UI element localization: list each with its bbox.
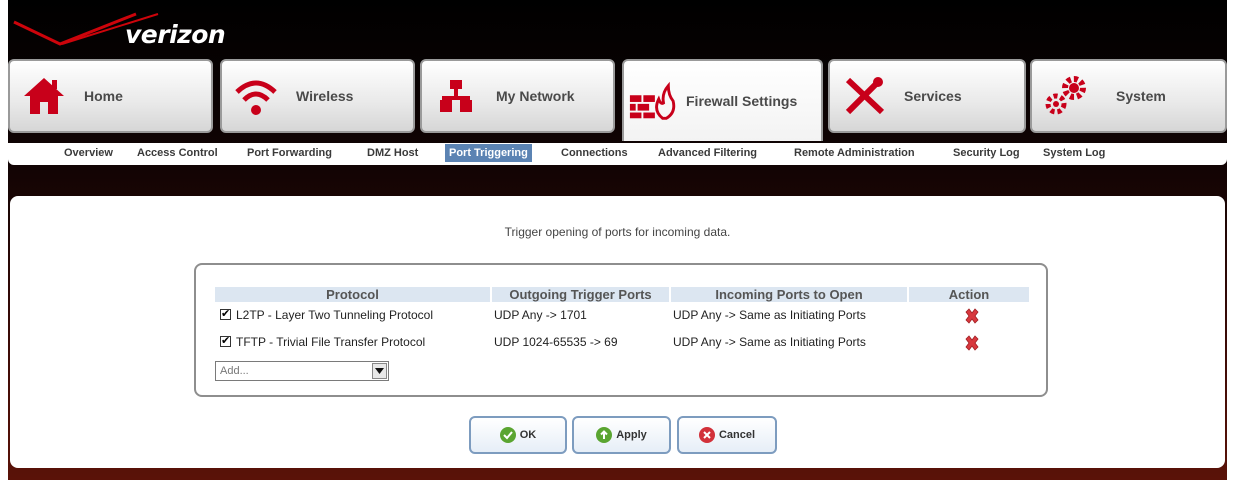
cancel-label: Cancel bbox=[718, 429, 756, 441]
incoming-cell: UDP Any -> Same as Initiating Ports bbox=[673, 308, 866, 322]
network-icon bbox=[432, 72, 480, 120]
tab-system[interactable]: System bbox=[1030, 59, 1227, 133]
protocol-name: TFTP - Trivial File Transfer Protocol bbox=[236, 335, 426, 349]
subnav-security-log[interactable]: Security Log bbox=[949, 146, 1024, 160]
cancel-x-icon bbox=[698, 427, 715, 443]
tab-wireless[interactable]: Wireless bbox=[220, 59, 415, 133]
subnav-dmz-host[interactable]: DMZ Host bbox=[363, 146, 422, 160]
add-protocol-select[interactable]: Add... bbox=[215, 361, 389, 381]
page-frame: verizon Home Wireless My Network Firewal… bbox=[8, 0, 1227, 480]
ok-label: OK bbox=[519, 429, 537, 441]
tab-my-network[interactable]: My Network bbox=[420, 59, 615, 133]
row-checkbox[interactable] bbox=[220, 334, 231, 347]
protocol-cell: L2TP - Layer Two Tunneling Protocol bbox=[220, 307, 434, 322]
outgoing-cell: UDP Any -> 1701 bbox=[494, 308, 587, 322]
sub-navigation: Overview Access Control Port Forwarding … bbox=[8, 143, 1227, 165]
firewall-icon bbox=[628, 77, 676, 125]
port-triggering-table: Protocol Outgoing Trigger Ports Incoming… bbox=[194, 263, 1048, 397]
incoming-cell: UDP Any -> Same as Initiating Ports bbox=[673, 335, 866, 349]
tab-services-label: Services bbox=[904, 88, 962, 104]
intro-text: Trigger opening of ports for incoming da… bbox=[504, 225, 731, 239]
apply-arrow-icon bbox=[596, 427, 613, 443]
tab-services[interactable]: Services bbox=[828, 59, 1026, 133]
verizon-logo: verizon bbox=[8, 0, 268, 60]
tab-system-label: System bbox=[1116, 88, 1166, 104]
subnav-port-forwarding[interactable]: Port Forwarding bbox=[243, 146, 336, 160]
tab-wireless-label: Wireless bbox=[296, 88, 354, 104]
outgoing-cell: UDP 1024-65535 -> 69 bbox=[494, 335, 618, 349]
subnav-overview[interactable]: Overview bbox=[60, 146, 117, 160]
tab-firewall-settings[interactable]: Firewall Settings bbox=[622, 59, 823, 141]
delete-icon[interactable] bbox=[963, 307, 981, 325]
subnav-system-log[interactable]: System Log bbox=[1039, 146, 1109, 160]
col-incoming: Incoming Ports to Open bbox=[671, 287, 907, 302]
protocol-cell: TFTP - Trivial File Transfer Protocol bbox=[220, 334, 426, 349]
protocol-name: L2TP - Layer Two Tunneling Protocol bbox=[236, 308, 434, 322]
table-header: Protocol Outgoing Trigger Ports Incoming… bbox=[215, 287, 1031, 302]
tab-my-network-label: My Network bbox=[496, 88, 575, 104]
table-row: L2TP - Layer Two Tunneling Protocol UDP … bbox=[215, 307, 1035, 328]
delete-icon[interactable] bbox=[963, 334, 981, 352]
apply-button[interactable]: Apply bbox=[572, 416, 671, 454]
add-select-value: Add... bbox=[220, 365, 249, 377]
col-action: Action bbox=[909, 287, 1029, 302]
content-panel: Trigger opening of ports for incoming da… bbox=[10, 196, 1225, 468]
subnav-advanced-filtering[interactable]: Advanced Filtering bbox=[654, 146, 761, 160]
ok-button[interactable]: OK bbox=[469, 416, 567, 454]
main-tabs: Home Wireless My Network Firewall Settin… bbox=[8, 59, 1227, 141]
table-row: TFTP - Trivial File Transfer Protocol UD… bbox=[215, 334, 1035, 355]
col-protocol: Protocol bbox=[215, 287, 490, 302]
tab-home-label: Home bbox=[84, 88, 123, 104]
row-checkbox[interactable] bbox=[220, 307, 231, 320]
subnav-port-triggering[interactable]: Port Triggering bbox=[445, 144, 532, 162]
cancel-button[interactable]: Cancel bbox=[677, 416, 777, 454]
house-icon bbox=[20, 72, 68, 120]
subnav-connections[interactable]: Connections bbox=[557, 146, 632, 160]
subnav-remote-administration[interactable]: Remote Administration bbox=[790, 146, 919, 160]
col-outgoing: Outgoing Trigger Ports bbox=[492, 287, 669, 302]
tools-icon bbox=[840, 72, 888, 120]
check-icon bbox=[499, 427, 516, 443]
tab-firewall-label: Firewall Settings bbox=[686, 93, 798, 109]
subnav-access-control[interactable]: Access Control bbox=[133, 146, 222, 160]
gears-icon bbox=[1042, 72, 1090, 120]
chevron-down-icon[interactable] bbox=[372, 363, 387, 379]
logo-text: verizon bbox=[125, 20, 226, 49]
wifi-icon bbox=[232, 72, 280, 120]
tab-home[interactable]: Home bbox=[8, 59, 213, 133]
apply-label: Apply bbox=[616, 429, 647, 441]
